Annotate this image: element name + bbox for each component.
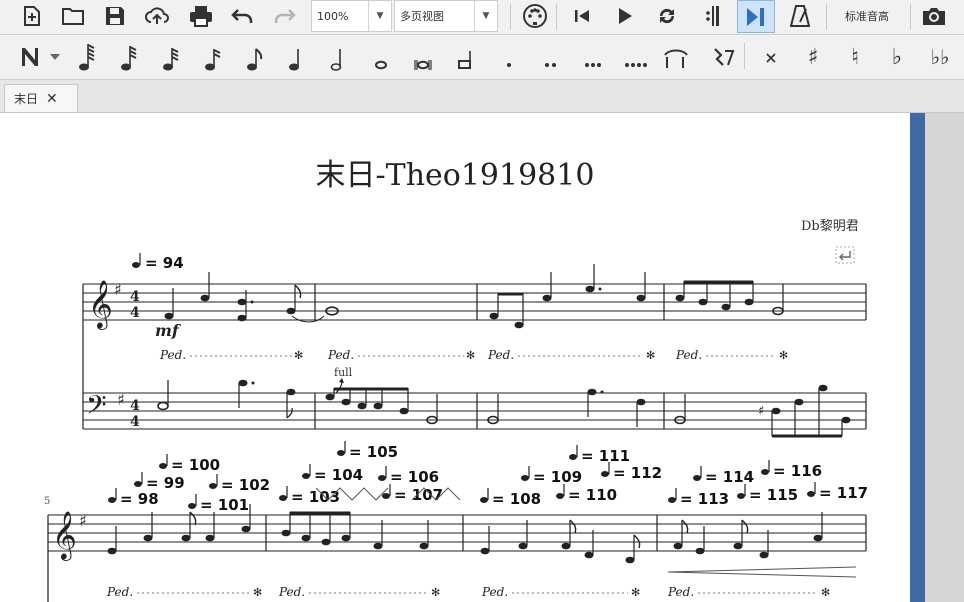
svg-text:= 104: = 104 (314, 466, 363, 484)
page-edge-bar (910, 113, 925, 602)
bend-label: full (334, 366, 353, 379)
svg-text:= 112: = 112 (613, 464, 662, 482)
dynamic-mark[interactable]: mf (155, 321, 182, 340)
svg-text:= 115: = 115 (749, 486, 798, 504)
pedal-marks-system1[interactable]: Ped. ✻ Ped. ✻ Ped. ✻ Ped. ✻ (159, 348, 788, 362)
pedal-release-mark: ✻ (253, 586, 262, 599)
pedal-text: Ped. (327, 348, 354, 362)
svg-text:= 106: = 106 (390, 468, 439, 486)
double-flat-icon[interactable]: ♭♭ (924, 35, 956, 79)
tempo-mark: = 114 (693, 466, 754, 486)
pedal-release-mark: ✻ (779, 349, 788, 362)
pedal-text: Ped. (667, 585, 694, 599)
tempo-mark: = 103 (279, 486, 340, 506)
svg-text:= 108: = 108 (492, 490, 541, 508)
tempo-mark: = 106 (378, 466, 439, 486)
pedal-release-mark: ✻ (466, 349, 475, 362)
svg-text:= 111: = 111 (581, 447, 630, 465)
svg-text:= 109: = 109 (533, 468, 582, 486)
treble-notes-system1[interactable] (164, 264, 784, 329)
key-signature-sharp-icon: ♯ (114, 280, 122, 299)
svg-text:= 103: = 103 (291, 488, 340, 506)
bass-staff-system1 (83, 392, 866, 430)
time-sig-top: 4 (130, 289, 140, 305)
svg-text:= 110: = 110 (568, 486, 617, 504)
key-signature-sharp-icon: ♯ (79, 511, 87, 530)
tempo-mark: = 105 (337, 441, 398, 461)
score-notation: .st { stroke:#222; stroke-width:1; } .bl… (44, 246, 868, 602)
svg-text:= 98: = 98 (120, 490, 159, 508)
tempo-mark: = 104 (302, 464, 363, 484)
tempo-mark: = 113 (668, 488, 729, 508)
pedal-release-mark: ✻ (431, 586, 440, 599)
tempo-mark: = 102 (209, 474, 270, 494)
svg-text:= 107: = 107 (394, 486, 443, 504)
tempo-mark: = 109 (521, 466, 582, 486)
svg-text:= 100: = 100 (171, 456, 220, 474)
svg-text:= 113: = 113 (680, 490, 729, 508)
key-signature-sharp-icon: ♯ (117, 390, 125, 409)
tempo-mark: = 111 (569, 445, 630, 465)
svg-text:= 117: = 117 (819, 484, 868, 502)
bass-clef-icon: 𝄢 (86, 389, 107, 427)
tempo-mark: = 116 (761, 460, 822, 480)
tempo-mark: = 108 (480, 488, 541, 508)
treble-clef-icon: 𝄞 (52, 510, 77, 561)
measure-number: 5 (44, 496, 50, 507)
pedal-release-mark: ✻ (631, 586, 640, 599)
pedal-text: Ped. (481, 585, 508, 599)
svg-text:= 102: = 102 (221, 476, 270, 494)
tempo-mark[interactable]: = 94 (132, 253, 184, 272)
svg-text:= 101: = 101 (200, 496, 249, 514)
time-sig-top: 4 (130, 398, 140, 414)
tempo-mark: = 112 (601, 462, 662, 482)
svg-text:= 105: = 105 (349, 443, 398, 461)
pedal-text: Ped. (675, 348, 702, 362)
tempo-mark: = 115 (737, 484, 798, 504)
canvas-background (925, 113, 964, 602)
tempo-changes[interactable]: = 98 = 99 = 100 = 101 = 102 = 103 = 104 … (108, 441, 868, 514)
pedal-release-mark: ✻ (646, 349, 655, 362)
svg-text:= 116: = 116 (773, 462, 822, 480)
tempo-mark: = 107 (382, 484, 443, 504)
time-sig-bottom: 4 (130, 305, 140, 321)
svg-text:♯: ♯ (758, 404, 764, 419)
treble-staff-system2 (47, 514, 867, 602)
svg-text:= 114: = 114 (705, 468, 754, 486)
svg-text:= 99: = 99 (146, 474, 185, 492)
tempo-mark: = 100 (159, 454, 220, 474)
tempo-mark: = 101 (188, 494, 249, 514)
pedal-text: Ped. (159, 348, 186, 362)
treble-clef-icon: 𝄞 (88, 279, 113, 330)
pedal-release-mark: ✻ (821, 586, 830, 599)
tempo-value: = 94 (145, 254, 184, 272)
pedal-marks-system2[interactable]: Ped. ✻ Ped. ✻ Ped. ✻ Ped. ✻ (106, 585, 830, 599)
time-sig-bottom: 4 (130, 414, 140, 430)
line-break-icon[interactable] (835, 246, 855, 264)
pedal-text: Ped. (106, 585, 133, 599)
pedal-release-mark: ✻ (294, 349, 303, 362)
tempo-mark: = 99 (134, 472, 185, 492)
pedal-text: Ped. (278, 585, 305, 599)
bass-notes-system1[interactable]: ♯ (157, 379, 851, 438)
pedal-text: Ped. (487, 348, 514, 362)
screenshot-camera-icon[interactable] (918, 2, 950, 30)
toolbar-divider (910, 4, 911, 30)
tempo-mark: = 117 (807, 482, 868, 502)
tempo-mark: = 110 (556, 484, 617, 504)
